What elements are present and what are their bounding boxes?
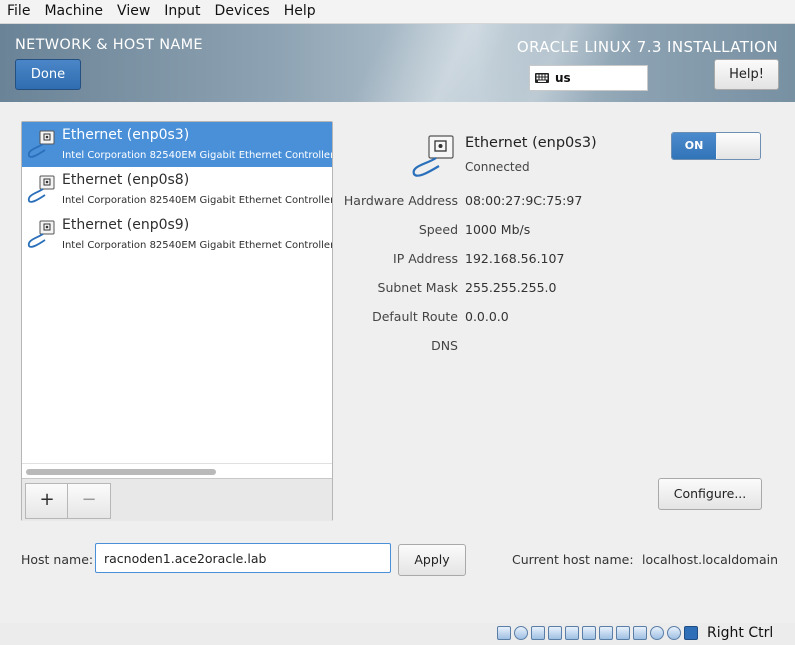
device-item-enp0s3[interactable]: Ethernet (enp0s3) Intel Corporation 8254…	[22, 122, 332, 167]
add-device-button[interactable]: +	[25, 483, 69, 519]
menu-machine[interactable]: Machine	[37, 0, 110, 23]
display-icon[interactable]	[599, 626, 613, 640]
menu-view[interactable]: View	[110, 0, 157, 23]
ethernet-icon	[412, 135, 454, 177]
scrollbar-thumb[interactable]	[26, 469, 216, 475]
hardware-address-label: Hardware Address	[343, 193, 458, 208]
device-on-off-toggle[interactable]: ON	[671, 132, 761, 160]
video-capture-icon[interactable]	[616, 626, 630, 640]
dns-label: DNS	[431, 338, 458, 353]
speed-value: 1000 Mb/s	[465, 222, 531, 237]
help-button[interactable]: Help!	[714, 59, 779, 90]
ethernet-icon	[27, 220, 55, 248]
toggle-knob[interactable]	[717, 133, 760, 159]
optical-drive-icon[interactable]	[514, 626, 528, 640]
keyboard-layout-indicator[interactable]: us	[529, 65, 648, 91]
toggle-on-label: ON	[672, 133, 716, 159]
default-route-value: 0.0.0.0	[465, 309, 509, 324]
page-title: NETWORK & HOST NAME	[15, 37, 203, 53]
device-item-enp0s8[interactable]: Ethernet (enp0s8) Intel Corporation 8254…	[22, 167, 332, 212]
installation-title: ORACLE LINUX 7.3 INSTALLATION	[516, 38, 778, 56]
device-name: Ethernet (enp0s9)	[62, 217, 190, 233]
menu-devices[interactable]: Devices	[208, 0, 277, 23]
device-list-toolbar: + −	[22, 478, 332, 521]
device-description: Intel Corporation 82540EM Gigabit Ethern…	[62, 195, 332, 206]
vm-device-icons	[497, 626, 698, 640]
apply-button[interactable]: Apply	[398, 544, 466, 576]
device-name: Ethernet (enp0s3)	[62, 127, 190, 143]
done-button[interactable]: Done	[15, 59, 81, 90]
keyboard-icon	[535, 73, 549, 83]
audio-icon[interactable]	[531, 626, 545, 640]
network-device-list: Ethernet (enp0s3) Intel Corporation 8254…	[21, 121, 333, 521]
ethernet-icon	[27, 130, 55, 158]
device-name: Ethernet (enp0s8)	[62, 172, 190, 188]
connection-status: Connected	[465, 160, 530, 174]
remove-device-button[interactable]: −	[67, 483, 111, 519]
host-name-input[interactable]	[95, 543, 391, 573]
shared-folder-icon[interactable]	[582, 626, 596, 640]
horizontal-scrollbar[interactable]	[22, 463, 332, 479]
hard-disk-icon[interactable]	[497, 626, 511, 640]
recording-icon[interactable]	[633, 626, 647, 640]
current-host-name-label: Current host name:	[512, 552, 634, 567]
device-description: Intel Corporation 82540EM Gigabit Ethern…	[62, 150, 332, 161]
speed-label: Speed	[418, 222, 458, 237]
device-description: Intel Corporation 82540EM Gigabit Ethern…	[62, 240, 332, 251]
vm-menubar: File Machine View Input Devices Help	[0, 0, 795, 24]
menu-help[interactable]: Help	[277, 0, 323, 23]
mouse-integration-icon[interactable]	[667, 626, 681, 640]
usb-icon[interactable]	[565, 626, 579, 640]
ip-address-label: IP Address	[393, 251, 458, 266]
vm-status-bar: Right Ctrl	[0, 623, 795, 645]
menu-file[interactable]: File	[0, 0, 37, 23]
configure-button[interactable]: Configure...	[658, 478, 762, 510]
menu-input[interactable]: Input	[157, 0, 207, 23]
ip-address-value: 192.168.56.107	[465, 251, 565, 266]
subnet-mask-label: Subnet Mask	[377, 280, 458, 295]
keyboard-capture-icon[interactable]	[684, 626, 698, 640]
ethernet-icon	[27, 175, 55, 203]
hardware-address-value: 08:00:27:9C:75:97	[465, 193, 583, 208]
keyboard-layout-label: us	[555, 71, 571, 85]
selected-device-name: Ethernet (enp0s3)	[465, 135, 597, 151]
host-name-label: Host name:	[21, 552, 94, 567]
host-key-label: Right Ctrl	[707, 625, 774, 641]
header-banner: NETWORK & HOST NAME ORACLE LINUX 7.3 INS…	[0, 24, 795, 102]
subnet-mask-value: 255.255.255.0	[465, 280, 557, 295]
current-host-name-value: localhost.localdomain	[642, 552, 779, 567]
network-icon[interactable]	[548, 626, 562, 640]
default-route-label: Default Route	[372, 309, 458, 324]
device-item-enp0s9[interactable]: Ethernet (enp0s9) Intel Corporation 8254…	[22, 212, 332, 257]
cpu-icon[interactable]	[650, 626, 664, 640]
